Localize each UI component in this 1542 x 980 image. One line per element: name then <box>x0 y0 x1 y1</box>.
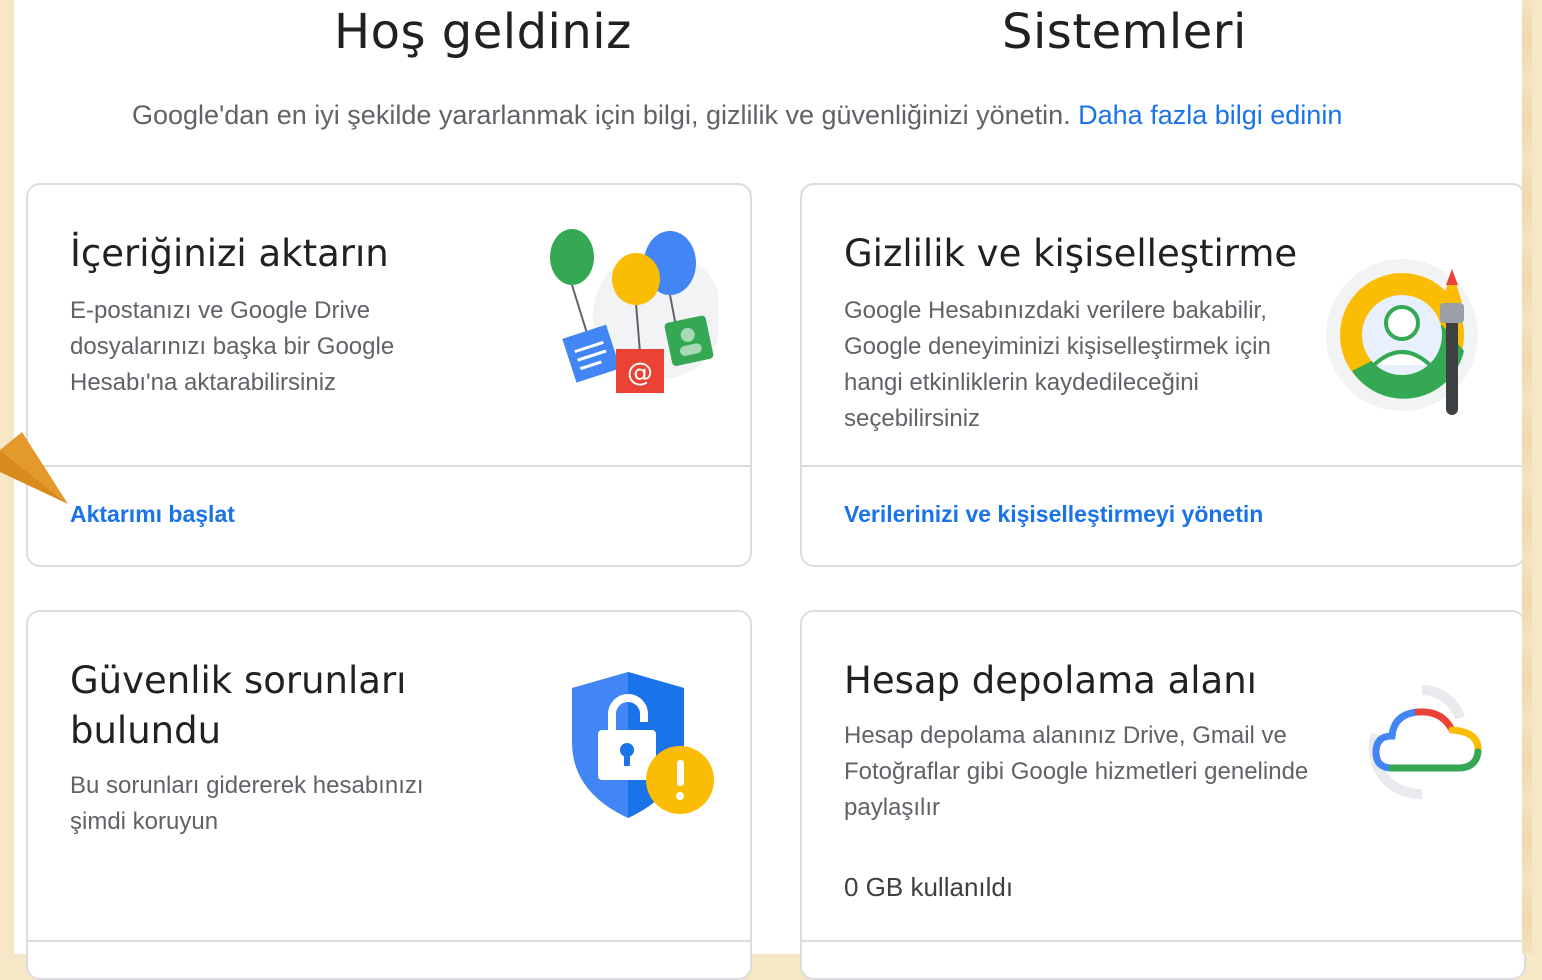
privacy-personalization-card: Gizlilik ve kişiselleştirme Google Hesab… <box>800 183 1526 567</box>
cloud-icon <box>1368 685 1482 800</box>
balloons-icon: @ <box>550 229 718 393</box>
card-description: Google Hesabınızdaki verilere bakabilir,… <box>844 297 1271 432</box>
storage-usage: 0 GB kullanıldı <box>844 872 1014 902</box>
card-divider <box>802 940 1524 942</box>
transfer-content-card: İçeriğinizi aktarın E-postanızı ve Googl… <box>26 183 752 567</box>
welcome-title: Hoş geldiniz <box>334 4 632 60</box>
security-issues-card: Güvenlik sorunları bulundu Bu sorunları … <box>26 610 752 980</box>
card-description: E-postanızı ve Google Drive dosyalarınız… <box>70 297 395 396</box>
intro-text: Google'dan en iyi şekilde yararlanmak iç… <box>132 100 1342 131</box>
page: Hoş geldiniz Sistemleri Google'dan en iy… <box>14 0 1532 980</box>
decorative-border <box>1522 0 1532 954</box>
svg-text:@: @ <box>627 358 653 388</box>
card-divider <box>28 465 750 467</box>
card-divider <box>28 940 750 942</box>
card-title: Güvenlik sorunları bulundu <box>70 659 407 752</box>
card-title: Hesap depolama alanı <box>844 659 1257 702</box>
card-description: Bu sorunları gidererek hesabınızı şimdi … <box>70 772 424 835</box>
manage-data-link[interactable]: Verilerinizi ve kişiselleştirmeyi yöneti… <box>844 501 1263 528</box>
start-transfer-link[interactable]: Aktarımı başlat <box>70 501 235 528</box>
intro-description: Google'dan en iyi şekilde yararlanmak iç… <box>132 100 1071 130</box>
annotation-arrow-icon <box>0 432 68 504</box>
shield-warning-icon <box>572 672 714 818</box>
privacy-paintbrush-icon <box>1326 259 1478 415</box>
card-title: Gizlilik ve kişiselleştirme <box>844 232 1298 275</box>
card-title: İçeriğinizi aktarın <box>70 232 389 275</box>
learn-more-link[interactable]: Daha fazla bilgi edinin <box>1078 100 1342 130</box>
account-storage-card: Hesap depolama alanı Hesap depolama alan… <box>800 610 1526 980</box>
card-divider <box>802 465 1524 467</box>
systems-title: Sistemleri <box>1002 4 1247 60</box>
card-description: Hesap depolama alanınız Drive, Gmail ve … <box>844 722 1309 821</box>
